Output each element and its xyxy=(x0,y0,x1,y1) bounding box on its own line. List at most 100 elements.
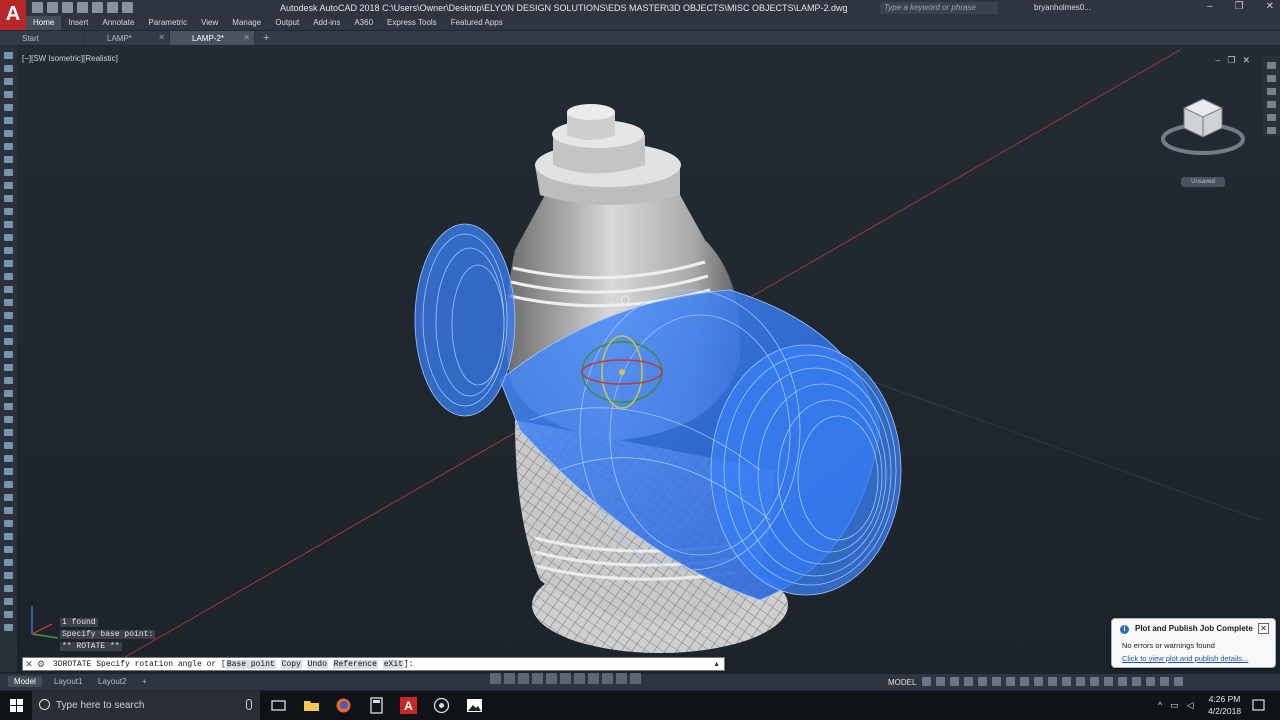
layout-tab-layout1[interactable]: Layout1 xyxy=(48,676,88,687)
photos-app-icon[interactable] xyxy=(466,697,483,714)
units-icon[interactable] xyxy=(1104,677,1113,686)
gizmo-icon[interactable] xyxy=(1062,677,1071,686)
option-exit[interactable]: eXit xyxy=(382,659,404,669)
network-icon[interactable]: ▭ xyxy=(1170,700,1179,711)
close-tab-icon[interactable]: ✕ xyxy=(158,33,165,42)
viewcube-icon[interactable] xyxy=(1160,95,1246,159)
system-clock[interactable]: 4:26 PM 4/2/2018 xyxy=(1208,693,1241,717)
file-tab-lamp[interactable]: LAMP* ✕ xyxy=(85,31,170,45)
zoom-previous-icon[interactable] xyxy=(560,673,571,684)
grid-icon[interactable] xyxy=(922,677,931,686)
open-file-icon[interactable] xyxy=(47,2,58,13)
viewport-restore-button[interactable]: ❐ xyxy=(1227,55,1235,66)
layout-tab-layout2[interactable]: Layout2 xyxy=(92,676,132,687)
ortho-icon[interactable] xyxy=(950,677,959,686)
firefox-icon[interactable] xyxy=(335,697,352,714)
add-layout-button[interactable]: + xyxy=(136,676,153,687)
new-file-icon[interactable] xyxy=(32,2,43,13)
annotation-scale-icon[interactable] xyxy=(1076,677,1085,686)
left-tool-palette[interactable] xyxy=(0,46,17,672)
tab-view[interactable]: View xyxy=(194,16,225,30)
model-space-toggle[interactable]: MODEL xyxy=(888,678,916,687)
restore-button[interactable]: ❐ xyxy=(1235,1,1244,12)
application-menu-button[interactable]: A xyxy=(0,0,26,30)
clean-screen-icon[interactable] xyxy=(1160,677,1169,686)
command-line[interactable]: ✕ ⚙ 3DROTATE Specify rotation angle or [… xyxy=(22,657,725,671)
visual-style-icon[interactable] xyxy=(630,673,641,684)
osnap-icon[interactable] xyxy=(992,677,1001,686)
user-account[interactable]: bryanholmes0... xyxy=(1034,3,1091,12)
close-tab-icon[interactable]: ✕ xyxy=(243,33,250,42)
plot-icon[interactable] xyxy=(92,2,103,13)
save-icon[interactable] xyxy=(62,2,73,13)
microphone-icon[interactable] xyxy=(246,699,252,710)
help-search-input[interactable]: Type a keyword or phrase xyxy=(880,2,998,14)
tab-featured-apps[interactable]: Featured Apps xyxy=(444,16,510,30)
action-center-icon[interactable] xyxy=(1250,697,1267,714)
calculator-icon[interactable] xyxy=(368,697,385,714)
tray-chevron-icon[interactable]: ^ xyxy=(1158,700,1162,711)
lineweight-icon[interactable] xyxy=(1020,677,1029,686)
command-prompt-suffix: ]: xyxy=(403,659,414,669)
file-tab-lamp-2[interactable]: LAMP-2* ✕ xyxy=(170,31,255,45)
tab-insert[interactable]: Insert xyxy=(61,16,95,30)
showmotion-icon[interactable] xyxy=(602,673,613,684)
pan-icon[interactable] xyxy=(490,673,501,684)
windows-start-icon[interactable] xyxy=(10,699,23,712)
undo-icon[interactable] xyxy=(107,2,118,13)
tab-add-ins[interactable]: Add-ins xyxy=(306,16,347,30)
tab-parametric[interactable]: Parametric xyxy=(141,16,194,30)
right-tool-palette[interactable] xyxy=(1263,56,1280,136)
option-reference[interactable]: Reference xyxy=(332,659,378,669)
tab-home[interactable]: Home xyxy=(26,16,62,30)
lamp-3d-model[interactable] xyxy=(0,46,1280,674)
customization-icon[interactable] xyxy=(1174,677,1183,686)
option-base-point[interactable]: Base point xyxy=(225,659,276,669)
layout-tab-model[interactable]: Model xyxy=(8,676,42,687)
workspace-icon[interactable] xyxy=(1090,677,1099,686)
file-tab-start[interactable]: Start xyxy=(0,31,85,45)
tab-output[interactable]: Output xyxy=(268,16,306,30)
unsaved-view-badge[interactable]: Unsaved xyxy=(1181,177,1225,187)
tab-express-tools[interactable]: Express Tools xyxy=(380,16,444,30)
steering-wheel-icon[interactable] xyxy=(588,673,599,684)
minimize-button[interactable]: – xyxy=(1207,1,1213,12)
3dosnap-icon[interactable] xyxy=(1006,677,1015,686)
option-undo[interactable]: Undo xyxy=(306,659,328,669)
close-button[interactable]: ✕ xyxy=(1266,1,1274,12)
selection-cycling-icon[interactable] xyxy=(1048,677,1057,686)
autocad-taskbar-icon[interactable]: A xyxy=(400,697,417,714)
viewport-minimize-button[interactable]: – xyxy=(1215,55,1220,66)
close-notification-button[interactable]: ✕ xyxy=(1258,623,1269,634)
task-view-icon[interactable] xyxy=(270,697,287,714)
command-line-settings-icon[interactable]: ⚙ xyxy=(35,659,47,670)
volume-icon[interactable]: ◁ xyxy=(1187,700,1194,711)
isodraft-icon[interactable] xyxy=(978,677,987,686)
file-explorer-icon[interactable] xyxy=(303,697,320,714)
zoom-extents-icon[interactable] xyxy=(532,673,543,684)
chrome-like-app-icon[interactable] xyxy=(433,697,450,714)
view-icon[interactable] xyxy=(616,673,627,684)
new-tab-button[interactable]: + xyxy=(255,31,277,45)
isolate-objects-icon[interactable] xyxy=(1132,677,1141,686)
close-command-line-icon[interactable]: ✕ xyxy=(23,659,35,670)
notification-details-link[interactable]: Click to view plot and publish details..… xyxy=(1122,654,1248,663)
snap-icon[interactable] xyxy=(936,677,945,686)
orbit-icon[interactable] xyxy=(518,673,529,684)
tab-manage[interactable]: Manage xyxy=(225,16,268,30)
command-history-toggle-icon[interactable]: ▲ xyxy=(713,661,720,668)
zoom-icon[interactable] xyxy=(504,673,515,684)
tab-a360[interactable]: A360 xyxy=(347,16,380,30)
redo-icon[interactable] xyxy=(122,2,133,13)
transparency-icon[interactable] xyxy=(1034,677,1043,686)
hardware-acceleration-icon[interactable] xyxy=(1146,677,1155,686)
save-as-icon[interactable] xyxy=(77,2,88,13)
viewport-close-button[interactable]: ✕ xyxy=(1242,55,1250,66)
quick-properties-icon[interactable] xyxy=(1118,677,1127,686)
option-copy[interactable]: Copy xyxy=(280,659,302,669)
tab-annotate[interactable]: Annotate xyxy=(95,16,141,30)
taskbar-search-box[interactable]: Type here to search xyxy=(32,691,260,720)
zoom-window-icon[interactable] xyxy=(546,673,557,684)
zoom-realtime-icon[interactable] xyxy=(574,673,585,684)
polar-icon[interactable] xyxy=(964,677,973,686)
